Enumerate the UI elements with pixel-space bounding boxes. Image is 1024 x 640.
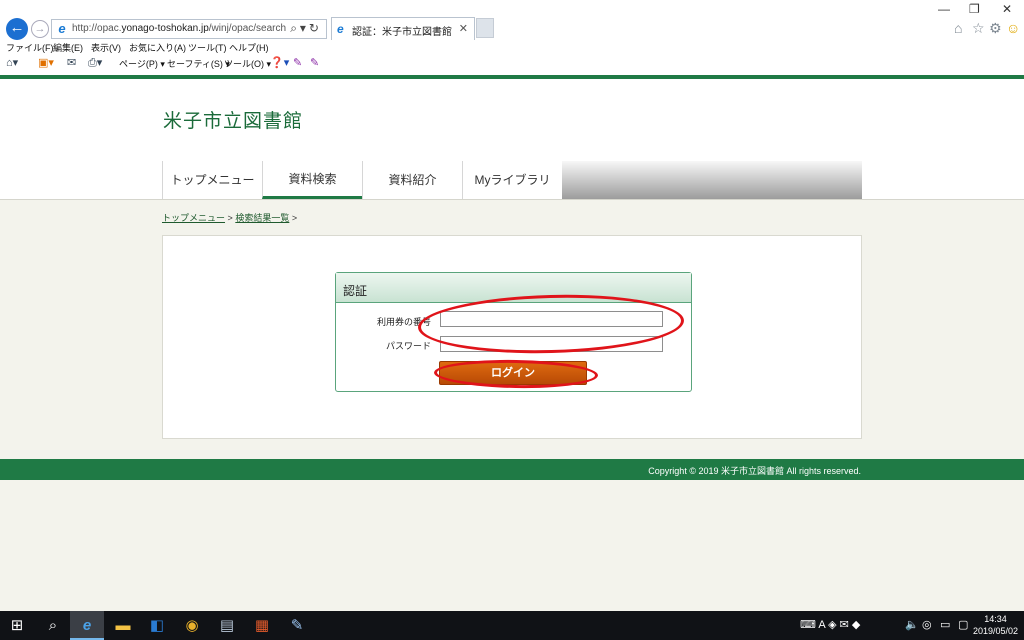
tray-display-icon[interactable]: ▭ <box>940 618 950 631</box>
copyright-text: Copyright © 2019 米子市立図書館 All rights rese… <box>648 466 861 476</box>
tray-volume-icon[interactable]: 🔈 <box>905 618 919 631</box>
print-icon[interactable]: ⎙▾ <box>88 56 102 70</box>
new-tab-button[interactable] <box>476 18 494 38</box>
card-number-label: 利用券の番号 <box>377 317 432 327</box>
taskbar-clock[interactable]: 14:34 2019/05/02 <box>973 613 1018 637</box>
breadcrumb-separator: > <box>227 213 233 223</box>
file-explorer-icon[interactable]: ▬ <box>106 611 140 640</box>
tray-notification-icon[interactable]: ▢ <box>958 618 968 631</box>
translate-icon[interactable]: ✎ <box>310 56 319 69</box>
page-menu[interactable]: ページ(P) ▾ <box>119 57 165 70</box>
smiley-feedback-icon[interactable]: ☺ <box>1006 20 1020 36</box>
address-url[interactable]: http://opac.yonago-toshokan.jp/winj/opac… <box>72 23 286 34</box>
notepad-icon[interactable]: ▤ <box>210 611 244 640</box>
tab-favicon-icon: e <box>337 22 344 36</box>
card-number-input[interactable] <box>440 311 663 327</box>
tab-title: 認証：米子市立図書館 <box>352 27 452 38</box>
search-icon[interactable]: ⌕ <box>36 611 70 640</box>
browser-chrome: ← → e http://opac.yonago-toshokan.jp/win… <box>0 0 1024 76</box>
app-icon[interactable]: ▦ <box>245 611 279 640</box>
menu-view[interactable]: 表示(V) <box>91 41 121 54</box>
global-nav: トップメニュー 資料検索 資料紹介 Myライブラリ <box>162 161 862 199</box>
paint-icon[interactable]: ✎ <box>280 611 314 640</box>
menu-favorites[interactable]: お気に入り(A) <box>129 41 186 54</box>
chrome-icon[interactable]: ◉ <box>175 611 209 640</box>
menu-edit[interactable]: 編集(E) <box>53 41 83 54</box>
close-window-icon[interactable]: ✕ <box>1002 2 1012 16</box>
menu-tools[interactable]: ツール(T) <box>188 41 227 54</box>
clock-date: 2019/05/02 <box>972 626 1018 636</box>
feeds-icon[interactable]: ▣▾ <box>38 56 54 69</box>
address-bar[interactable]: e http://opac.yonago-toshokan.jp/winj/op… <box>51 19 327 39</box>
breadcrumb-search-results[interactable]: 検索結果一覧 <box>235 213 289 223</box>
tab-material-search[interactable]: 資料検索 <box>262 161 362 199</box>
command-bar: ⌂▾ ▣▾ ✉ ⎙▾ ページ(P) ▾ セーフティ(S) ▾ ツール(O) ▾ … <box>0 56 1024 72</box>
research-icon[interactable]: ✎ <box>293 56 302 69</box>
breadcrumb-separator: > <box>291 213 298 223</box>
login-button[interactable]: ログイン <box>439 361 587 385</box>
tab-top-menu[interactable]: トップメニュー <box>162 161 262 199</box>
home-icon[interactable]: ⌂ <box>954 20 962 36</box>
auth-heading: 認証 <box>336 273 691 303</box>
minimize-icon[interactable]: — <box>938 2 950 16</box>
ie-page-icon: e <box>58 21 66 36</box>
main-content: 認証 利用券の番号 パスワード ログイン <box>162 235 862 439</box>
breadcrumb: トップメニュー > 検索結果一覧 > <box>162 211 297 224</box>
menu-help[interactable]: ヘルプ(H) <box>229 41 269 54</box>
back-button-icon[interactable]: ← <box>6 18 28 40</box>
password-input[interactable] <box>440 336 663 352</box>
clock-time: 14:34 <box>984 614 1007 624</box>
outlook-icon[interactable]: ◧ <box>140 611 174 640</box>
tab-close-icon[interactable]: ✕ <box>459 22 468 35</box>
auth-panel: 認証 利用券の番号 パスワード ログイン <box>335 272 692 392</box>
help-icon[interactable]: ❓▾ <box>270 56 289 69</box>
start-windows-icon[interactable]: ⊞ <box>0 611 34 640</box>
mail-icon[interactable]: ✉ <box>67 56 76 69</box>
tab-material-intro[interactable]: 資料紹介 <box>362 161 462 199</box>
ie-taskbar-icon[interactable]: e <box>70 611 104 640</box>
restore-icon[interactable]: ❐ <box>969 2 980 16</box>
site-title[interactable]: 米子市立図書館 <box>163 106 303 133</box>
menu-file[interactable]: ファイル(F) <box>6 41 54 54</box>
site-footer: Copyright © 2019 米子市立図書館 All rights rese… <box>0 459 1024 480</box>
windows-taskbar: ⊞ ⌕ e ▬ ◧ ◉ ▤ ▦ ✎ ⌨ A ◈ ✉ ◆ 🔈 ◎ ▭ ▢ 14:3… <box>0 611 1024 640</box>
tray-input-icons[interactable]: ⌨ A ◈ ✉ ◆ <box>800 618 860 631</box>
safety-menu[interactable]: セーフティ(S) ▾ <box>167 57 230 70</box>
search-refresh-icons[interactable]: ⌕▾↻ <box>290 21 322 36</box>
tab-my-library[interactable]: Myライブラリ <box>462 161 562 199</box>
site-header: 米子市立図書館 トップメニュー 資料検索 資料紹介 Myライブラリ <box>0 79 1024 200</box>
browser-tab[interactable]: e 認証：米子市立図書館 ✕ <box>331 17 475 40</box>
favorites-star-icon[interactable]: ☆ <box>972 20 985 37</box>
menu-bar: ファイル(F) 編集(E) 表示(V) お気に入り(A) ツール(T) ヘルプ(… <box>0 40 1024 54</box>
tools-menu[interactable]: ツール(O) ▾ <box>224 57 271 70</box>
tray-network-icon[interactable]: ◎ <box>922 618 932 631</box>
breadcrumb-top-menu[interactable]: トップメニュー <box>162 213 225 223</box>
settings-gear-icon[interactable]: ⚙ <box>989 20 1002 37</box>
forward-button-icon[interactable]: → <box>31 20 49 38</box>
home-cmd-icon[interactable]: ⌂▾ <box>6 56 18 69</box>
password-label: パスワード <box>386 341 432 351</box>
